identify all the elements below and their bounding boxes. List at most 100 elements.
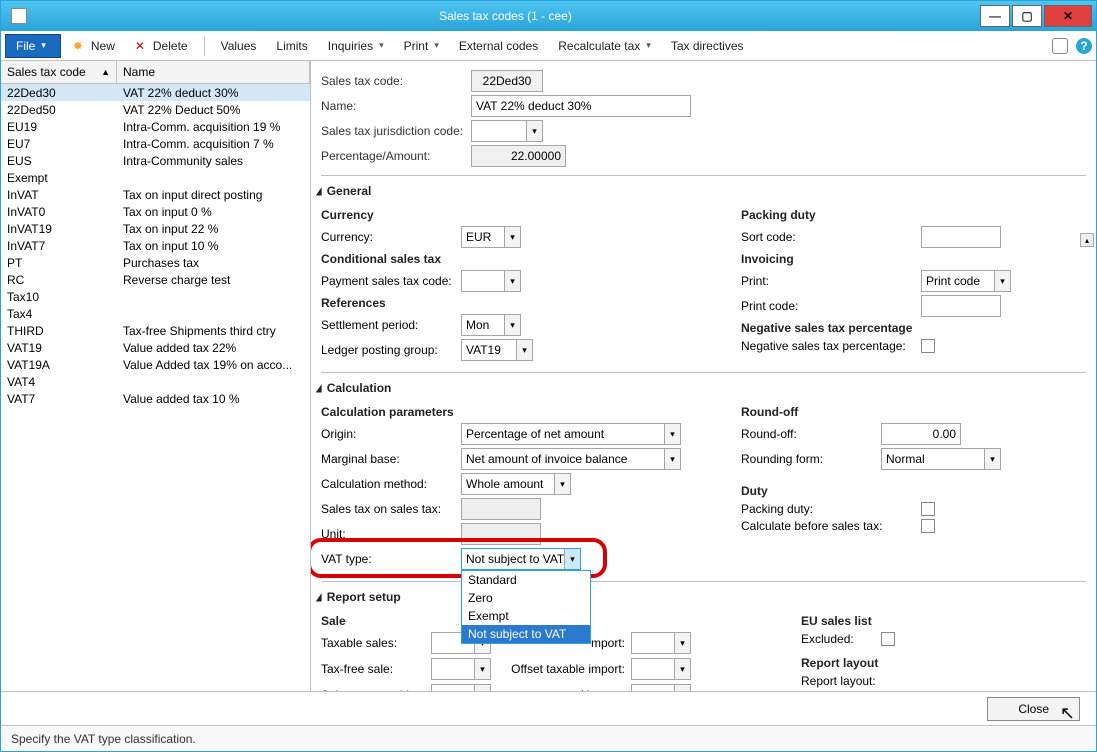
cell-code: 22Ded50 [1, 103, 117, 117]
cell-name: Tax on input 22 % [117, 222, 310, 236]
cell-code: Exempt [1, 171, 117, 185]
payment-code-select[interactable]: ▾ [461, 270, 521, 292]
inquiries-menu[interactable]: Inquiries [320, 35, 392, 57]
dropdown-option[interactable]: Zero [462, 589, 590, 607]
scroll-up-icon[interactable]: ▴ [1080, 233, 1094, 247]
origin-select[interactable]: Percentage of net amount▾ [461, 423, 681, 445]
delete-button[interactable]: ✕Delete [127, 35, 196, 57]
unit-field [461, 523, 541, 545]
rounding-form-select[interactable]: Normal▾ [881, 448, 1001, 470]
table-row[interactable]: InVAT7Tax on input 10 % [1, 237, 310, 254]
limits-button[interactable]: Limits [268, 35, 315, 57]
table-row[interactable]: VAT7Value added tax 10 % [1, 390, 310, 407]
jurisdiction-label: Sales tax jurisdiction code: [321, 124, 471, 138]
table-row[interactable]: Tax4 [1, 305, 310, 322]
window-title: Sales tax codes (1 - cee) [33, 9, 978, 23]
table-row[interactable]: 22Ded30VAT 22% deduct 30% [1, 84, 310, 101]
file-menu[interactable]: File▾ [5, 34, 61, 58]
sales-tax-code-field[interactable] [471, 70, 543, 92]
table-row[interactable]: Tax10 [1, 288, 310, 305]
table-row[interactable]: THIRDTax-free Shipments third ctry [1, 322, 310, 339]
packing-duty-checkbox[interactable] [921, 502, 935, 516]
roundoff-field[interactable] [881, 423, 961, 445]
external-codes-button[interactable]: External codes [451, 35, 546, 57]
vat-type-select[interactable]: Not subject to VAT▾ [461, 548, 581, 570]
method-label: Calculation method: [321, 477, 461, 491]
maximize-button[interactable]: ▢ [1012, 5, 1042, 27]
sales-tax-payable-select[interactable]: ▾ [431, 684, 491, 691]
recalculate-tax-menu[interactable]: Recalculate tax [550, 35, 659, 57]
table-row[interactable]: VAT19AValue Added tax 19% on acco... [1, 356, 310, 373]
roundoff-subhead: Round-off [741, 405, 1086, 419]
layout-icon[interactable] [1052, 38, 1068, 54]
cell-name: VAT 22% deduct 30% [117, 86, 310, 100]
offset-import-select[interactable]: ▾ [631, 658, 691, 680]
table-row[interactable]: InVATTax on input direct posting [1, 186, 310, 203]
cell-code: RC [1, 273, 117, 287]
use-tax-select[interactable]: ▾ [631, 684, 691, 691]
cell-code: VAT19A [1, 358, 117, 372]
settlement-select[interactable]: Mon▾ [461, 314, 521, 336]
help-icon[interactable]: ? [1076, 38, 1092, 54]
ledger-select[interactable]: VAT19▾ [461, 339, 533, 361]
print-code-field[interactable] [921, 295, 1001, 317]
settlement-label: Settlement period: [321, 318, 461, 332]
table-row[interactable]: InVAT19Tax on input 22 % [1, 220, 310, 237]
report-section-title[interactable]: ◢Report setup [315, 590, 1086, 604]
name-field[interactable] [471, 95, 691, 117]
minimize-button[interactable]: — [980, 5, 1010, 27]
vat-type-dropdown[interactable]: StandardZeroExemptNot subject to VAT [461, 570, 591, 644]
table-row[interactable]: 22Ded50VAT 22% Deduct 50% [1, 101, 310, 118]
neg-percent-checkbox[interactable] [921, 339, 935, 353]
star-icon: ✸ [73, 39, 87, 53]
use-tax-label: Use tax: [501, 688, 631, 691]
taxfree-select[interactable]: ▾ [431, 658, 491, 680]
table-row[interactable]: VAT19Value added tax 22% [1, 339, 310, 356]
cell-name: Intra-Comm. acquisition 7 % [117, 137, 310, 151]
column-header-code[interactable]: Sales tax code▲ [1, 61, 117, 83]
table-row[interactable]: PTPurchases tax [1, 254, 310, 271]
grid-body[interactable]: 22Ded30VAT 22% deduct 30%22Ded50VAT 22% … [1, 84, 310, 691]
table-row[interactable]: RCReverse charge test [1, 271, 310, 288]
jurisdiction-select[interactable]: ▾ [471, 120, 543, 142]
table-row[interactable]: InVAT0Tax on input 0 % [1, 203, 310, 220]
print-menu[interactable]: Print [396, 35, 447, 57]
table-row[interactable]: EU19Intra-Comm. acquisition 19 % [1, 118, 310, 135]
vertical-scrollbar[interactable]: ▴ [1080, 233, 1094, 691]
cell-code: THIRD [1, 324, 117, 338]
references-subhead: References [321, 296, 711, 310]
cell-code: 22Ded30 [1, 86, 117, 100]
method-select[interactable]: Whole amount▾ [461, 473, 571, 495]
window-close-button[interactable]: ✕ [1044, 5, 1092, 27]
new-button[interactable]: ✸New [65, 35, 123, 57]
currency-select[interactable]: EUR▾ [461, 226, 521, 248]
packing-duty-label: Packing duty: [741, 502, 921, 516]
import-select[interactable]: ▾ [631, 632, 691, 654]
calculation-section-title[interactable]: ◢Calculation [315, 381, 1086, 395]
sort-code-field[interactable] [921, 226, 1001, 248]
tax-directives-button[interactable]: Tax directives [663, 35, 752, 57]
dialog-button-bar: Close [1, 691, 1096, 725]
excluded-checkbox[interactable] [881, 632, 895, 646]
table-row[interactable]: EUSIntra-Community sales [1, 152, 310, 169]
dropdown-option[interactable]: Not subject to VAT [462, 625, 590, 643]
calc-before-checkbox[interactable] [921, 519, 935, 533]
print-select[interactable]: Print code▾ [921, 270, 1011, 292]
sales-tax-payable-label: Sales tax payable: [321, 688, 431, 691]
general-section-title[interactable]: ◢General [315, 184, 1086, 198]
taxable-sales-label: Taxable sales: [321, 636, 431, 650]
cell-name: Value Added tax 19% on acco... [117, 358, 310, 372]
dropdown-option[interactable]: Exempt [462, 607, 590, 625]
cell-code: EU19 [1, 120, 117, 134]
marginal-select[interactable]: Net amount of invoice balance▾ [461, 448, 681, 470]
table-row[interactable]: VAT4 [1, 373, 310, 390]
cell-code: InVAT7 [1, 239, 117, 253]
table-row[interactable]: EU7Intra-Comm. acquisition 7 % [1, 135, 310, 152]
values-button[interactable]: Values [213, 35, 265, 57]
column-header-name[interactable]: Name [117, 61, 310, 83]
dropdown-option[interactable]: Standard [462, 571, 590, 589]
close-button[interactable]: Close [987, 697, 1080, 721]
table-row[interactable]: Exempt [1, 169, 310, 186]
neg-percent-label: Negative sales tax percentage: [741, 339, 921, 353]
neg-percent-subhead: Negative sales tax percentage [741, 321, 1086, 335]
